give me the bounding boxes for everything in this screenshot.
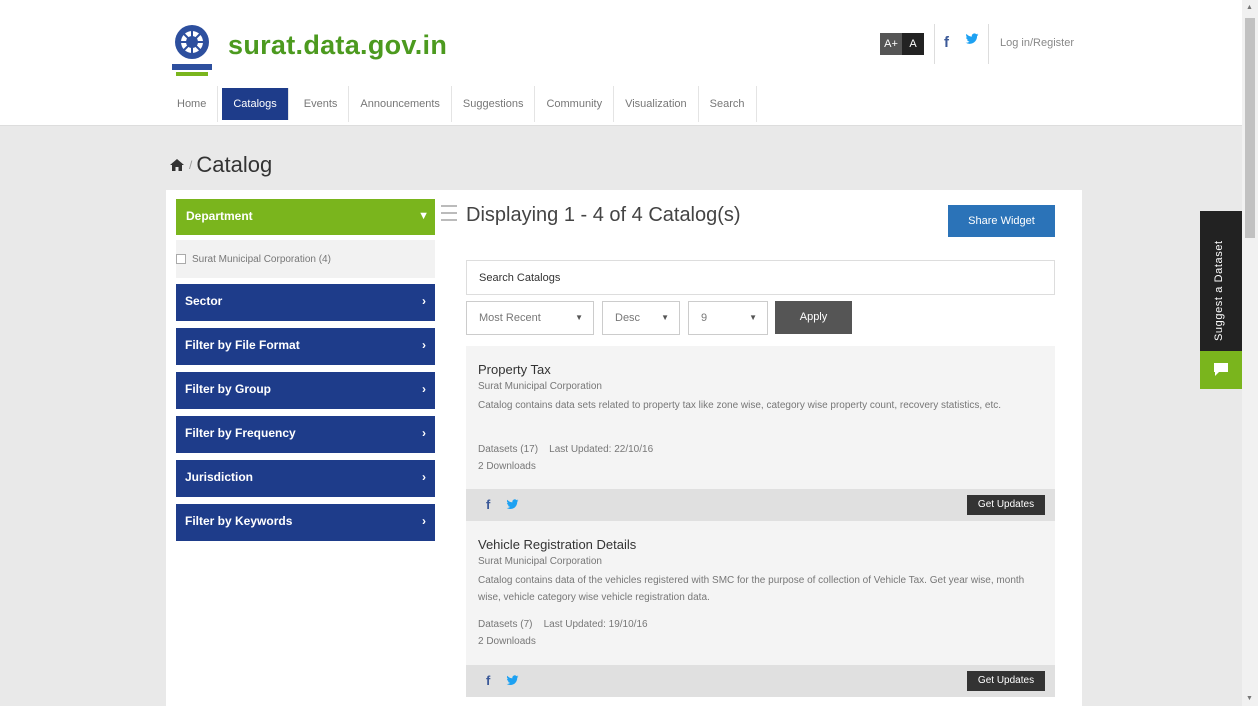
share-widget-button[interactable]: Share Widget xyxy=(948,205,1055,237)
header-divider xyxy=(934,24,935,64)
filter-file-format[interactable]: Filter by File Format › xyxy=(176,328,435,365)
catalog-downloads: 2 Downloads xyxy=(478,461,536,472)
department-option-label: Surat Municipal Corporation (4) xyxy=(192,253,331,265)
results-count-title: Displaying 1 - 4 of 4 Catalog(s) xyxy=(466,204,741,226)
chevron-right-icon: › xyxy=(422,470,426,484)
department-checkbox[interactable] xyxy=(176,254,186,264)
nav-search[interactable]: Search xyxy=(699,86,757,122)
filter-keywords[interactable]: Filter by Keywords › xyxy=(176,504,435,541)
catalog-updated: Last Updated: 19/10/16 xyxy=(543,619,648,630)
per-page-select[interactable]: 9 ▼ xyxy=(688,301,768,335)
catalog-datasets[interactable]: Datasets (17) xyxy=(478,444,538,455)
catalog-card-footer: f Get Updates xyxy=(466,665,1055,697)
menu-toggle-icon[interactable] xyxy=(441,205,457,225)
feedback-chat-button[interactable] xyxy=(1200,351,1242,389)
catalog-card-footer: f Get Updates xyxy=(466,489,1055,521)
breadcrumb: / Catalog xyxy=(170,152,272,178)
caret-down-icon: ▼ xyxy=(749,313,757,322)
suggest-dataset-label: Suggest a Dataset xyxy=(1213,240,1225,341)
apply-button[interactable]: Apply xyxy=(775,301,852,334)
nav-announcements[interactable]: Announcements xyxy=(349,86,452,122)
catalog-updated: Last Updated: 22/10/16 xyxy=(549,444,654,455)
chevron-right-icon: › xyxy=(422,426,426,440)
facebook-icon[interactable]: f xyxy=(486,497,490,512)
nav-catalogs[interactable]: Catalogs xyxy=(222,88,289,120)
breadcrumb-separator: / xyxy=(189,158,193,172)
get-updates-button[interactable]: Get Updates xyxy=(967,671,1045,691)
catalog-card: Property Tax Surat Municipal Corporation… xyxy=(466,346,1055,489)
filter-sector[interactable]: Sector › xyxy=(176,284,435,321)
header-divider xyxy=(988,24,989,64)
nav-community[interactable]: Community xyxy=(535,86,615,122)
font-increase-button[interactable]: A+ xyxy=(880,33,902,55)
catalog-datasets[interactable]: Datasets (7) xyxy=(478,619,532,630)
facebook-icon[interactable]: f xyxy=(944,34,949,51)
filter-group[interactable]: Filter by Group › xyxy=(176,372,435,409)
catalog-description: Catalog contains data of the vehicles re… xyxy=(478,575,1025,603)
chevron-right-icon: › xyxy=(422,294,426,308)
catalog-meta: Datasets (17) Last Updated: 22/10/16 xyxy=(478,444,653,455)
scroll-thumb[interactable] xyxy=(1245,18,1255,238)
get-updates-button[interactable]: Get Updates xyxy=(967,495,1045,515)
per-page-value: 9 xyxy=(701,312,708,324)
sort-order-select[interactable]: Desc ▼ xyxy=(602,301,680,335)
chevron-right-icon: › xyxy=(422,382,426,396)
scroll-down-icon[interactable]: ▼ xyxy=(1246,695,1253,702)
chat-bubble-icon xyxy=(1214,363,1228,376)
twitter-icon[interactable] xyxy=(506,498,519,511)
chevron-right-icon: › xyxy=(422,514,426,528)
department-option[interactable]: Surat Municipal Corporation (4) xyxy=(176,240,435,278)
catalog-downloads: 2 Downloads xyxy=(478,636,536,647)
home-icon[interactable] xyxy=(170,159,184,171)
filter-label: Filter by Frequency xyxy=(185,426,296,440)
emblem-logo-icon[interactable] xyxy=(166,20,218,80)
department-filter-header[interactable]: Department ▼ xyxy=(176,199,435,235)
filter-label: Filter by Keywords xyxy=(185,514,293,528)
filter-jurisdiction[interactable]: Jurisdiction › xyxy=(176,460,435,497)
twitter-icon[interactable] xyxy=(965,32,979,46)
catalog-title[interactable]: Property Tax xyxy=(478,362,551,377)
caret-down-icon: ▼ xyxy=(661,313,669,322)
chevron-right-icon: › xyxy=(422,338,426,352)
login-register-link[interactable]: Log in/Register xyxy=(1000,37,1074,49)
catalog-title[interactable]: Vehicle Registration Details xyxy=(478,537,636,552)
filter-frequency[interactable]: Filter by Frequency › xyxy=(176,416,435,453)
nav-home[interactable]: Home xyxy=(166,86,219,122)
font-normal-button[interactable]: A xyxy=(902,33,924,55)
nav-visualization[interactable]: Visualization xyxy=(614,86,699,122)
nav-events[interactable]: Events xyxy=(293,86,350,122)
catalog-description: Catalog contains data sets related to pr… xyxy=(478,400,1002,411)
filter-label: Filter by File Format xyxy=(185,338,300,352)
search-catalogs-input[interactable] xyxy=(466,260,1055,295)
page-scrollbar[interactable]: ▲ ▼ xyxy=(1242,0,1258,706)
facebook-icon[interactable]: f xyxy=(486,673,490,688)
catalog-meta: Datasets (7) Last Updated: 19/10/16 xyxy=(478,619,648,630)
caret-down-icon: ▼ xyxy=(575,313,583,322)
chevron-down-icon: ▼ xyxy=(418,210,429,222)
filter-label: Filter by Group xyxy=(185,382,272,396)
department-filter-label: Department xyxy=(186,209,253,223)
nav-suggestions[interactable]: Suggestions xyxy=(452,86,536,122)
sort-by-value: Most Recent xyxy=(479,312,541,324)
site-header: surat.data.gov.in A+ A f Log in/Register… xyxy=(0,0,1242,126)
catalog-organization: Surat Municipal Corporation xyxy=(478,556,602,567)
site-title[interactable]: surat.data.gov.in xyxy=(228,30,447,61)
suggest-dataset-tab[interactable]: Suggest a Dataset xyxy=(1200,211,1242,351)
sort-order-value: Desc xyxy=(615,312,641,324)
filter-label: Jurisdiction xyxy=(185,470,254,484)
sort-by-select[interactable]: Most Recent ▼ xyxy=(466,301,594,335)
twitter-icon[interactable] xyxy=(506,674,519,687)
scroll-up-icon[interactable]: ▲ xyxy=(1246,4,1253,11)
page-title: Catalog xyxy=(196,152,273,177)
catalog-organization: Surat Municipal Corporation xyxy=(478,381,602,392)
filter-label: Sector xyxy=(185,294,223,308)
main-nav: Home Catalogs Events Announcements Sugge… xyxy=(166,86,757,122)
catalog-card: Vehicle Registration Details Surat Munic… xyxy=(466,521,1055,665)
